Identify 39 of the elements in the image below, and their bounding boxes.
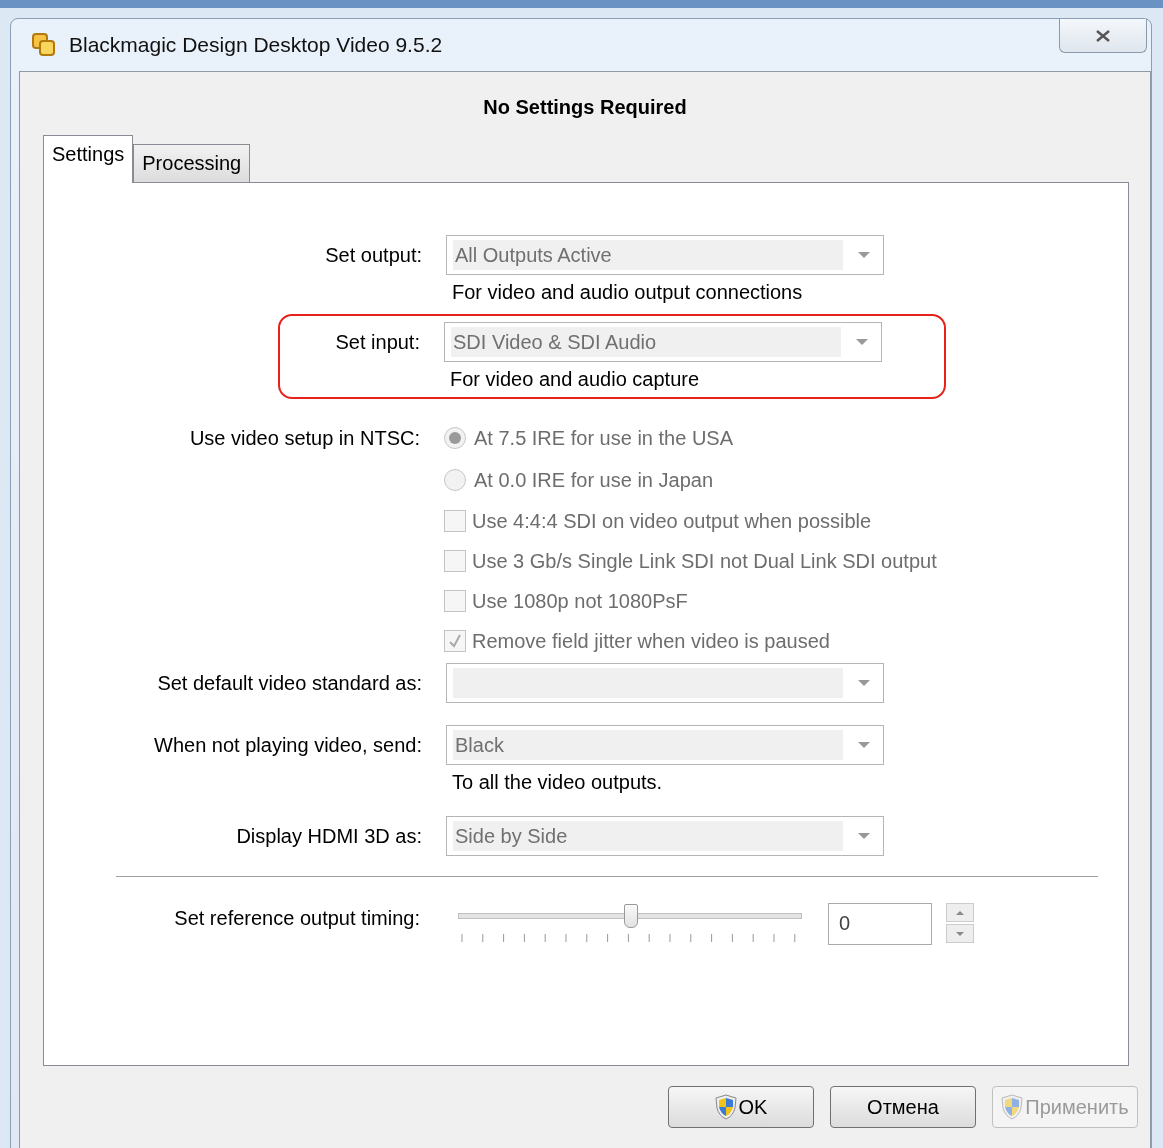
number-field[interactable]: 0	[828, 903, 932, 945]
dialog-heading: No Settings Required	[482, 96, 688, 120]
down-arrow-icon	[955, 930, 965, 937]
app-icon	[31, 32, 57, 58]
option-label: Use 3 Gb/s Single Link SDI not Dual Link SDI output	[472, 549, 937, 573]
caret-icon	[855, 338, 869, 346]
slider-thumb[interactable]	[624, 904, 638, 928]
field-label: Set output:	[324, 243, 422, 267]
dialog-button[interactable]: OK	[668, 1086, 814, 1128]
up-arrow-icon	[955, 909, 965, 916]
field-label: When not playing video, send:	[153, 733, 422, 757]
caret-icon	[857, 679, 871, 687]
tab[interactable]: Processing	[133, 144, 251, 182]
option-label: At 7.5 IRE for use in the USA	[474, 426, 733, 450]
caret-icon	[857, 832, 871, 840]
option-label: At 0.0 IRE for use in Japan	[474, 468, 714, 492]
caret-icon	[857, 251, 871, 259]
shield-icon	[714, 1094, 737, 1120]
hint-text: For video and audio output connections	[451, 281, 803, 304]
option-label: Remove field jitter when video is paused	[472, 629, 830, 653]
close-button[interactable]	[1059, 19, 1147, 53]
option-label: Use 4:4:4 SDI on video output when possible	[472, 509, 872, 533]
field-label: Use video setup in NTSC:	[189, 426, 420, 449]
caret-icon	[857, 741, 871, 749]
decrement-button[interactable]	[946, 924, 974, 943]
field-label: Display HDMI 3D as:	[235, 824, 422, 848]
hint-text: For video and audio capture	[449, 368, 700, 391]
option-label: Use 1080p not 1080PsF	[472, 589, 688, 613]
shield-icon	[1001, 1094, 1024, 1120]
field-label: Set default video standard as:	[156, 671, 422, 695]
window-title: Blackmagic Design Desktop Video 9.5.2	[69, 33, 443, 57]
tab[interactable]: Settings	[43, 135, 134, 183]
field-label: Set input:	[334, 330, 420, 354]
check-icon	[447, 633, 463, 649]
field-label: Set reference output timing:	[173, 907, 420, 930]
dialog-button[interactable]: Отмена	[830, 1086, 976, 1128]
close-icon	[1094, 28, 1112, 43]
hint-text: To all the video outputs.	[451, 771, 663, 794]
increment-button[interactable]	[946, 903, 974, 922]
